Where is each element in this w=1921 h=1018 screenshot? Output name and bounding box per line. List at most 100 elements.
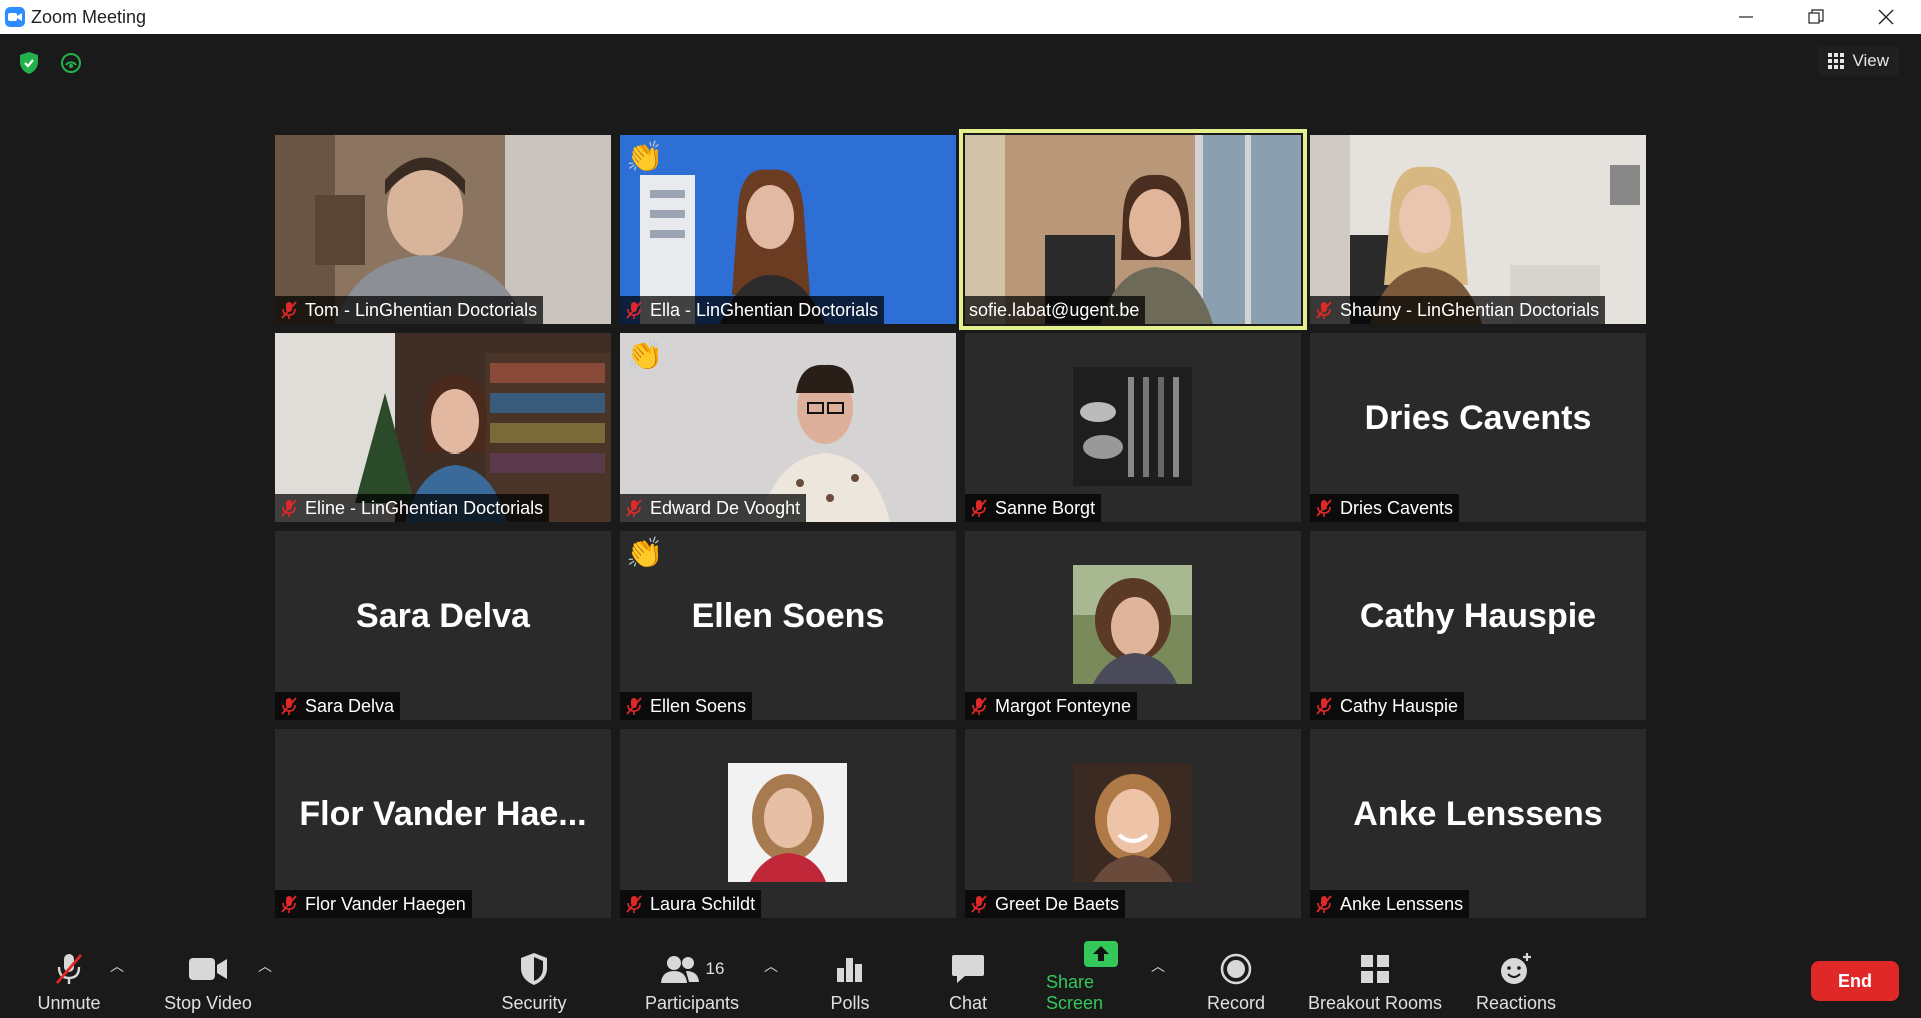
zoom-app-icon	[5, 7, 25, 27]
participant-display-name: Ellen Soens	[691, 597, 885, 635]
participant-tile[interactable]: Cathy Hauspie Cathy Hauspie	[1310, 531, 1646, 720]
participant-tile[interactable]: Eline - LinGhentian Doctorials	[275, 333, 611, 522]
participant-name-tag: Flor Vander Haegen	[275, 890, 472, 918]
security-button[interactable]: Security	[494, 944, 574, 1014]
participant-display-name: Cathy Hauspie	[1359, 597, 1597, 635]
profile-picture	[1073, 367, 1192, 486]
reactions-label: Reactions	[1475, 993, 1557, 1013]
meeting-toolbar: Unmute ︿ Stop Video ︿ Security 16 Partic…	[0, 940, 1921, 1018]
profile-picture	[1073, 763, 1192, 882]
view-button[interactable]: View	[1818, 46, 1899, 76]
participant-tile[interactable]: Dries Cavents Dries Cavents	[1310, 333, 1646, 522]
participant-name: Flor Vander Haegen	[305, 893, 466, 914]
record-button[interactable]: Record	[1202, 944, 1270, 1014]
close-window-button[interactable]	[1851, 0, 1921, 34]
participant-name-tag: Shauny - LinGhentian Doctorials	[1310, 296, 1606, 324]
mic-muted-icon	[1314, 498, 1334, 518]
grid-view-icon	[1828, 53, 1845, 69]
stop-video-button[interactable]: Stop Video	[160, 944, 256, 1014]
participant-name: Laura Schildt	[650, 893, 756, 914]
participant-name-tag: Laura Schildt	[620, 890, 762, 918]
mic-muted-icon	[969, 894, 989, 914]
profile-picture	[1073, 565, 1192, 684]
participant-name: Sanne Borgt	[995, 497, 1096, 518]
mic-muted-icon	[624, 498, 644, 518]
mic-muted-icon	[624, 696, 644, 716]
share-screen-label: Share Screen	[1046, 972, 1104, 1013]
participants-button[interactable]: 16 Participants	[640, 944, 744, 1014]
participant-name-tag: Dries Cavents	[1310, 494, 1460, 522]
chat-button[interactable]: Chat	[938, 944, 998, 1014]
participant-tile[interactable]: Tom - LinGhentian Doctorials	[275, 135, 611, 324]
participant-name-tag: Anke Lenssens	[1310, 890, 1470, 918]
mic-muted-icon	[969, 498, 989, 518]
participant-name: Margot Fonteyne	[995, 695, 1132, 716]
mic-muted-icon	[1314, 696, 1334, 716]
active-speaker-tile[interactable]: sofie.labat@ugent.be	[959, 129, 1307, 330]
participant-tile[interactable]: Anke Lenssens Anke Lenssens	[1310, 729, 1646, 918]
video-camera-icon	[188, 949, 228, 989]
reactions-button[interactable]: Reactions	[1474, 944, 1558, 1014]
breakout-rooms-icon	[1360, 949, 1390, 989]
shield-icon	[519, 949, 549, 989]
participant-name: sofie.labat@ugent.be	[969, 299, 1140, 320]
share-screen-button[interactable]: Share Screen	[1046, 941, 1156, 1014]
minimize-button[interactable]	[1711, 0, 1781, 34]
participant-name: Ella - LinGhentian Doctorials	[650, 299, 879, 320]
stop-video-label: Stop Video	[164, 993, 252, 1013]
breakout-rooms-label: Breakout Rooms	[1307, 993, 1443, 1013]
window-title: Zoom Meeting	[31, 6, 147, 27]
participant-tile[interactable]: Flor Vander Hae... Flor Vander Haegen	[275, 729, 611, 918]
participant-tile[interactable]: 👏 Ellen Soens Ellen Soens	[620, 531, 956, 720]
mic-muted-icon	[279, 696, 299, 716]
participant-display-name: Dries Cavents	[1364, 399, 1592, 437]
smiley-add-icon	[1499, 949, 1533, 989]
participants-options-caret[interactable]: ︿	[764, 956, 778, 976]
polls-button[interactable]: Polls	[820, 944, 880, 1014]
chat-label: Chat	[948, 993, 988, 1013]
breakout-rooms-button[interactable]: Breakout Rooms	[1306, 944, 1444, 1014]
mic-muted-icon	[624, 300, 644, 320]
unmute-button[interactable]: Unmute	[28, 944, 110, 1014]
participant-name: Edward De Vooght	[650, 497, 801, 518]
record-icon	[1220, 949, 1252, 989]
share-options-caret[interactable]: ︿	[1151, 956, 1165, 976]
record-label: Record	[1206, 993, 1266, 1013]
mic-muted-icon	[1314, 300, 1334, 320]
clap-reaction: 👏	[626, 141, 664, 174]
participant-name-tag: Margot Fonteyne	[965, 692, 1138, 720]
encryption-shield-icon[interactable]	[16, 50, 42, 76]
gallery-grid: Tom - LinGhentian Doctorials 👏 Ella - Li…	[275, 129, 1646, 918]
participant-name-tag: Tom - LinGhentian Doctorials	[275, 296, 544, 324]
participant-tile[interactable]: Laura Schildt	[620, 729, 956, 918]
mic-muted-icon	[51, 949, 87, 989]
network-quality-icon[interactable]	[58, 50, 84, 76]
participant-tile[interactable]: Margot Fonteyne	[965, 531, 1301, 720]
participant-name: Dries Cavents	[1340, 497, 1454, 518]
participant-tile[interactable]: Sanne Borgt	[965, 333, 1301, 522]
mic-muted-icon	[1314, 894, 1334, 914]
restore-button[interactable]	[1781, 0, 1851, 34]
participant-name: Shauny - LinGhentian Doctorials	[1340, 299, 1600, 320]
participant-name: Eline - LinGhentian Doctorials	[305, 497, 544, 518]
participant-tile[interactable]: 👏 Ella - LinGhentian Doctorials	[620, 135, 956, 324]
participant-tile[interactable]: Shauny - LinGhentian Doctorials	[1310, 135, 1646, 324]
participant-tile[interactable]: Sara Delva Sara Delva	[275, 531, 611, 720]
video-options-caret[interactable]: ︿	[258, 956, 272, 976]
participant-tile[interactable]: 👏 Edward De Vooght	[620, 333, 956, 522]
participant-name: Ellen Soens	[650, 695, 747, 716]
participants-count: 16	[705, 959, 725, 978]
participant-display-name: Anke Lenssens	[1353, 795, 1603, 833]
share-screen-icon	[1083, 940, 1119, 968]
mic-muted-icon	[969, 696, 989, 716]
title-bar: Zoom Meeting	[0, 0, 1921, 34]
audio-options-caret[interactable]: ︿	[110, 956, 124, 976]
participant-tile[interactable]: Greet De Baets	[965, 729, 1301, 918]
unmute-label: Unmute	[37, 993, 101, 1013]
participants-icon	[660, 956, 699, 983]
clap-reaction: 👏	[626, 537, 664, 570]
security-label: Security	[501, 993, 567, 1013]
participants-label: Participants	[644, 993, 740, 1013]
bar-chart-icon	[835, 949, 865, 989]
end-meeting-button[interactable]: End	[1811, 961, 1899, 1001]
